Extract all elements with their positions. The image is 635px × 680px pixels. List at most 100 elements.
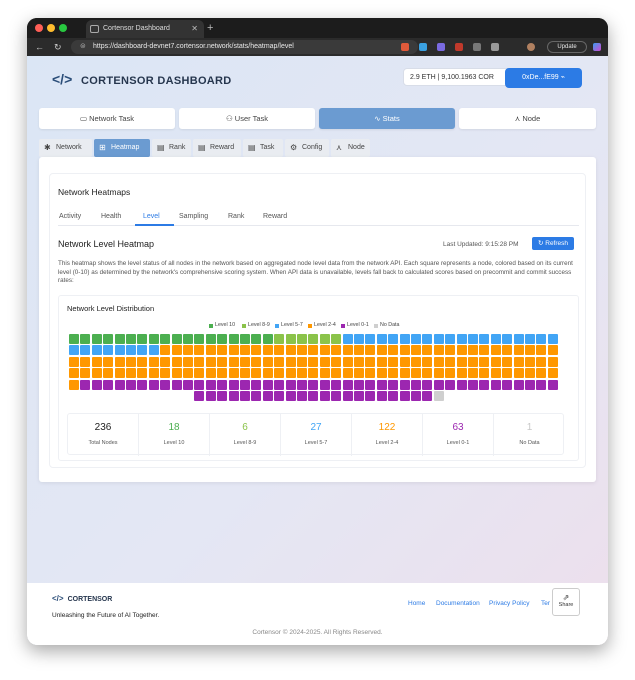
subtab-network[interactable]: ✱ Network bbox=[39, 139, 92, 157]
node-cell[interactable] bbox=[365, 379, 376, 390]
tab-node[interactable]: ⋏ Node bbox=[459, 108, 596, 129]
node-cell[interactable] bbox=[80, 345, 91, 356]
node-cell[interactable] bbox=[308, 334, 319, 344]
node-cell[interactable] bbox=[376, 391, 387, 401]
node-cell[interactable] bbox=[411, 334, 421, 344]
node-cell[interactable] bbox=[205, 345, 216, 356]
node-cell[interactable] bbox=[228, 334, 239, 344]
heatmap-tab-level[interactable]: Level bbox=[143, 210, 160, 224]
node-cell[interactable] bbox=[399, 391, 410, 401]
node-cell[interactable] bbox=[365, 334, 376, 344]
node-cell[interactable] bbox=[69, 345, 79, 356]
node-cell[interactable] bbox=[433, 356, 444, 367]
node-cell[interactable] bbox=[513, 379, 524, 390]
node-cell[interactable] bbox=[422, 368, 433, 379]
node-cell[interactable] bbox=[536, 345, 547, 356]
node-cell[interactable] bbox=[103, 379, 114, 390]
node-cell[interactable] bbox=[456, 334, 467, 344]
node-cell[interactable] bbox=[490, 345, 501, 356]
node-cell[interactable] bbox=[342, 334, 353, 344]
browser-tab[interactable]: Cortensor Dashboard ✕ bbox=[86, 20, 204, 38]
node-cell[interactable] bbox=[251, 356, 262, 367]
node-cell[interactable] bbox=[547, 368, 558, 379]
node-cell[interactable] bbox=[456, 368, 467, 379]
node-cell[interactable] bbox=[525, 334, 535, 344]
node-cell[interactable] bbox=[114, 345, 125, 356]
heatmap-tab-sampling[interactable]: Sampling bbox=[179, 210, 208, 224]
node-cell[interactable] bbox=[103, 368, 114, 379]
node-cell[interactable] bbox=[388, 334, 399, 344]
extension-icon[interactable] bbox=[437, 43, 445, 51]
node-cell[interactable] bbox=[91, 334, 102, 344]
node-cell[interactable] bbox=[194, 391, 205, 401]
close-window-button[interactable] bbox=[35, 24, 43, 32]
avatar[interactable] bbox=[527, 43, 535, 51]
node-cell[interactable] bbox=[490, 368, 501, 379]
close-tab-icon[interactable]: ✕ bbox=[191, 20, 198, 38]
node-cell[interactable] bbox=[433, 345, 444, 356]
node-cell[interactable] bbox=[308, 345, 319, 356]
node-cell[interactable] bbox=[479, 379, 490, 390]
tab-network-task[interactable]: ▭ Network Task bbox=[39, 108, 175, 129]
node-cell[interactable] bbox=[171, 379, 182, 390]
node-cell[interactable] bbox=[399, 379, 410, 390]
site-info-icon[interactable]: ⊜ bbox=[80, 40, 86, 54]
node-cell[interactable] bbox=[342, 368, 353, 379]
node-cell[interactable] bbox=[547, 334, 558, 344]
node-cell[interactable] bbox=[445, 356, 456, 367]
node-cell[interactable] bbox=[490, 334, 501, 344]
node-cell[interactable] bbox=[114, 334, 125, 344]
node-cell[interactable] bbox=[536, 334, 547, 344]
node-cell[interactable] bbox=[365, 391, 376, 401]
maximize-window-button[interactable] bbox=[59, 24, 67, 32]
node-cell[interactable] bbox=[103, 345, 114, 356]
heatmap-tab-reward[interactable]: Reward bbox=[263, 210, 287, 224]
node-cell[interactable] bbox=[137, 334, 148, 344]
node-cell[interactable] bbox=[205, 368, 216, 379]
node-cell[interactable] bbox=[274, 345, 285, 356]
node-cell[interactable] bbox=[148, 345, 159, 356]
node-cell[interactable] bbox=[502, 368, 513, 379]
node-cell[interactable] bbox=[137, 379, 148, 390]
node-cell[interactable] bbox=[228, 345, 239, 356]
node-cell[interactable] bbox=[319, 334, 330, 344]
heatmap-tab-rank[interactable]: Rank bbox=[228, 210, 244, 224]
node-cell[interactable] bbox=[308, 391, 319, 401]
node-cell[interactable] bbox=[285, 368, 296, 379]
node-cell[interactable] bbox=[445, 379, 456, 390]
node-cell[interactable] bbox=[547, 379, 558, 390]
subtab-rank[interactable]: ▤ Rank bbox=[152, 139, 191, 157]
node-cell[interactable] bbox=[91, 379, 102, 390]
extension-icon[interactable] bbox=[473, 43, 481, 51]
node-cell[interactable] bbox=[502, 345, 513, 356]
node-cell[interactable] bbox=[114, 368, 125, 379]
node-cell[interactable] bbox=[331, 356, 342, 367]
node-cell[interactable] bbox=[456, 379, 467, 390]
node-cell[interactable] bbox=[103, 334, 114, 344]
node-cell[interactable] bbox=[114, 379, 125, 390]
node-cell[interactable] bbox=[69, 334, 79, 344]
node-cell[interactable] bbox=[251, 334, 262, 344]
node-cell[interactable] bbox=[183, 368, 193, 379]
node-cell[interactable] bbox=[354, 368, 364, 379]
node-cell[interactable] bbox=[365, 368, 376, 379]
subtab-node[interactable]: ⋏ Node bbox=[331, 139, 370, 157]
node-cell[interactable] bbox=[262, 334, 273, 344]
node-cell[interactable] bbox=[285, 334, 296, 344]
node-cell[interactable] bbox=[490, 356, 501, 367]
node-cell[interactable] bbox=[262, 379, 273, 390]
node-cell[interactable] bbox=[411, 391, 421, 401]
node-cell[interactable] bbox=[171, 345, 182, 356]
node-cell[interactable] bbox=[285, 345, 296, 356]
node-cell[interactable] bbox=[399, 345, 410, 356]
node-cell[interactable] bbox=[126, 379, 136, 390]
node-cell[interactable] bbox=[114, 356, 125, 367]
node-cell[interactable] bbox=[445, 345, 456, 356]
node-cell[interactable] bbox=[251, 345, 262, 356]
node-cell[interactable] bbox=[376, 368, 387, 379]
node-cell[interactable] bbox=[331, 368, 342, 379]
address-bar[interactable]: ⊜ https://dashboard-devnet7.cortensor.ne… bbox=[71, 40, 418, 54]
node-cell[interactable] bbox=[148, 356, 159, 367]
node-cell[interactable] bbox=[91, 368, 102, 379]
heatmap-tab-activity[interactable]: Activity bbox=[59, 210, 81, 224]
